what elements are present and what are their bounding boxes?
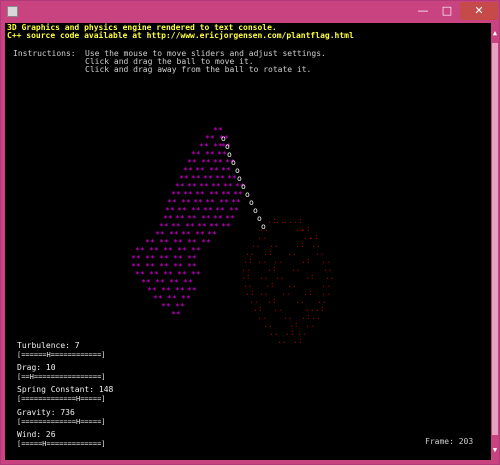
shadow-mark-46: .. xyxy=(273,304,283,313)
shadow-mark-43: .. xyxy=(295,296,305,305)
drag-slider[interactable]: [==H================] xyxy=(17,372,106,382)
console-window: — □ ✕ 3D Graphics and physics engine ren… xyxy=(0,0,500,465)
close-button[interactable]: ✕ xyxy=(460,2,498,20)
maximize-button[interactable]: □ xyxy=(435,2,459,20)
scroll-up-arrow-icon[interactable]: ▲ xyxy=(491,27,499,39)
shadow-mark-38: .. xyxy=(281,288,291,297)
scroll-down-arrow-icon[interactable]: ▼ xyxy=(491,444,499,456)
shadow-mark-25: .. xyxy=(291,264,301,273)
flag-mark-23-0: ** xyxy=(171,310,181,319)
spring-constant-slider[interactable]: [=============H=====] xyxy=(17,394,106,404)
flag-mark-14-4: ** xyxy=(201,238,211,247)
minimize-button[interactable]: — xyxy=(411,2,435,20)
minimize-icon: — xyxy=(417,4,429,17)
flag-mark-22-0: ** xyxy=(161,302,171,311)
scrollbar-thumb[interactable] xyxy=(492,43,498,435)
flag-mark-12-5: ** xyxy=(221,222,231,231)
shadow-mark-19: .. xyxy=(257,256,267,265)
shadow-mark-30: .: xyxy=(305,272,315,281)
shadow-mark-16: .. xyxy=(287,248,297,257)
title-bar[interactable]: — □ ✕ xyxy=(1,1,499,23)
close-icon: ✕ xyxy=(474,4,484,17)
vertical-scrollbar[interactable]: ▲ ▼ xyxy=(491,23,499,460)
console-output[interactable]: 3D Graphics and physics engine rendered … xyxy=(5,23,491,460)
wind-slider[interactable]: [=====H=============] xyxy=(17,439,106,449)
turbulence-slider[interactable]: [======H============] xyxy=(17,350,106,360)
maximize-icon: □ xyxy=(441,4,453,17)
shadow-mark-59: .. xyxy=(277,336,287,345)
gravity-slider[interactable]: [=============H=====] xyxy=(17,417,106,427)
shadow-mark-60: .: xyxy=(293,336,303,345)
console-window-icon xyxy=(7,6,18,17)
shadow-mark-2: .. xyxy=(283,216,293,225)
shadow-mark-21: .: xyxy=(301,256,311,265)
frame-counter: Frame: 203 xyxy=(425,437,474,446)
shadow-mark-29: .. xyxy=(275,272,285,281)
